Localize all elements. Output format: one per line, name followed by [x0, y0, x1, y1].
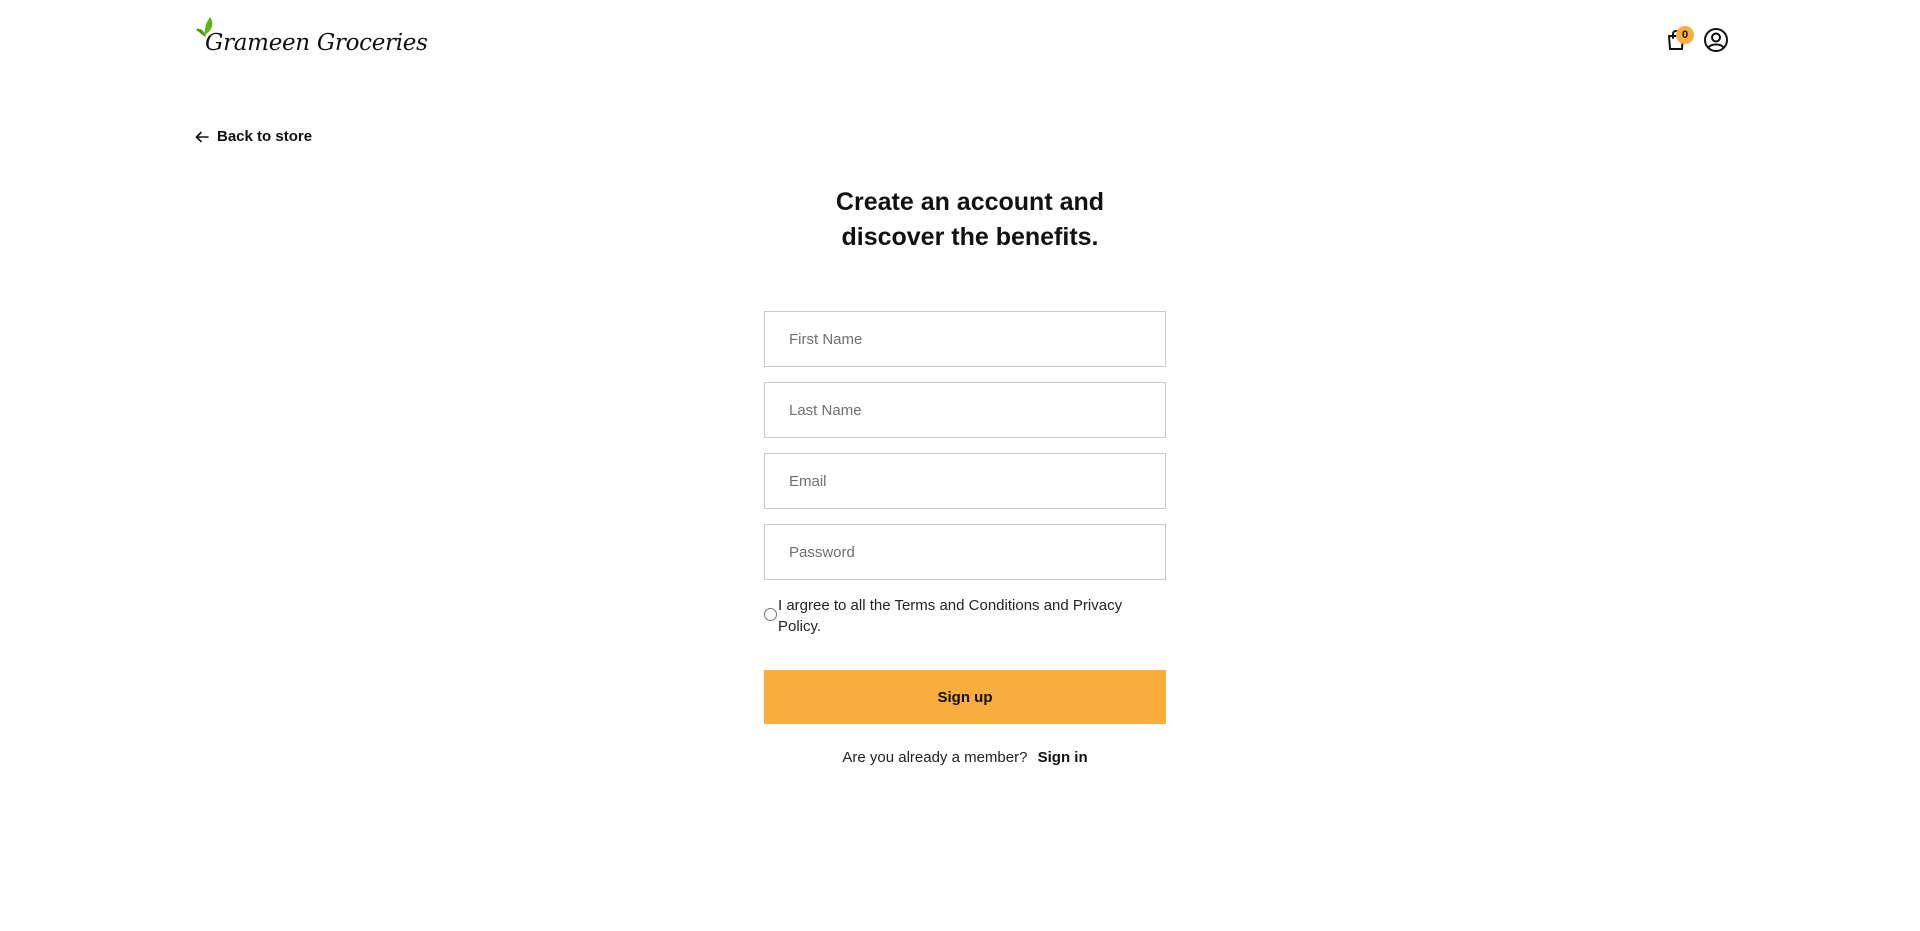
back-to-store-link[interactable]: Back to store [195, 128, 312, 145]
sign-in-link[interactable]: Sign in [1038, 749, 1088, 766]
terms-radio[interactable] [764, 608, 777, 621]
site-header: Grameen Groceries 0 [0, 0, 1920, 80]
page-title-line-1: Create an account and [835, 188, 1105, 216]
terms-label: I argree to all the Terms and Conditions… [778, 597, 1123, 635]
password-input[interactable] [764, 524, 1166, 580]
cart-count-badge: 0 [1676, 26, 1694, 44]
arrow-left-icon [195, 131, 209, 142]
user-circle-icon[interactable] [1703, 27, 1729, 53]
last-name-input[interactable] [764, 382, 1166, 438]
page-title: Create an account and discover the benef… [760, 185, 1180, 255]
back-to-store-label: Back to store [217, 128, 313, 145]
page-title-line-2: discover the benefits. [841, 223, 1099, 251]
signup-form: I argree to all the Terms and Conditions… [764, 311, 1166, 766]
sign-up-button[interactable]: Sign up [764, 670, 1166, 724]
brand-name: Grameen Groceries [205, 30, 428, 56]
first-name-input[interactable] [764, 311, 1166, 367]
member-prompt-text: Are you already a member? [842, 749, 1028, 766]
email-input[interactable] [764, 453, 1166, 509]
member-prompt: Are you already a member? Sign in [764, 749, 1166, 766]
terms-agreement: I argree to all the Terms and Conditions… [764, 595, 1166, 637]
brand-logo[interactable]: Grameen Groceries [195, 16, 428, 64]
